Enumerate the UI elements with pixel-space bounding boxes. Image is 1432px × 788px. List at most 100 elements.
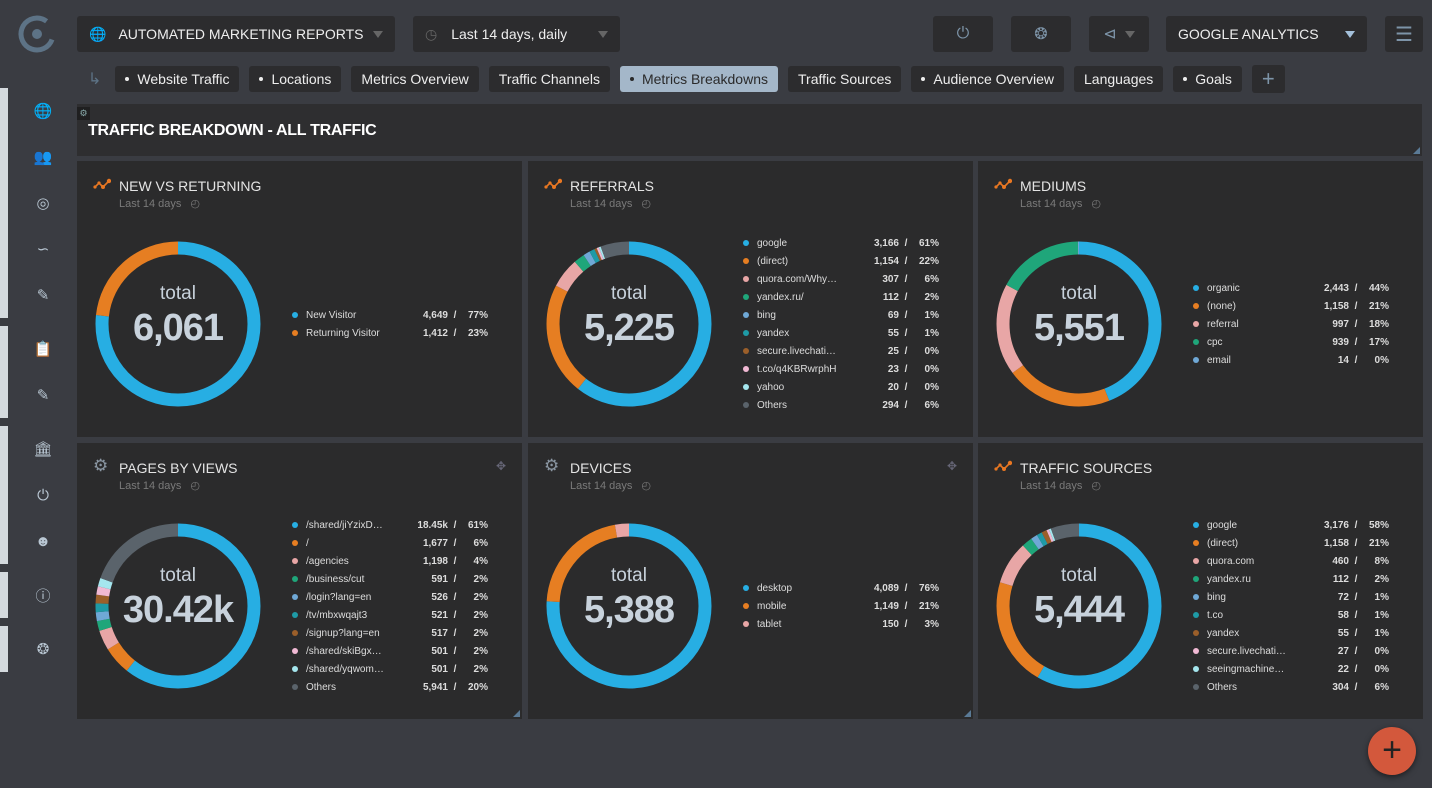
- legend-item[interactable]: yahoo 20 / 0%: [743, 378, 939, 396]
- resize-handle[interactable]: [964, 710, 971, 717]
- legend-item[interactable]: /shared/yqwomMajvtc84p... 501 / 2%: [292, 660, 488, 678]
- legend-item[interactable]: tablet 150 / 3%: [743, 615, 939, 633]
- legend-item[interactable]: Others 5,941 / 20%: [292, 678, 488, 696]
- legend-name: (direct): [1207, 537, 1239, 549]
- legend-item[interactable]: /signup?lang=en 517 / 2%: [292, 624, 488, 642]
- legend-item[interactable]: mobile 1,149 / 21%: [743, 597, 939, 615]
- legend-name: Others: [757, 399, 788, 411]
- legend-percent: 61%: [467, 519, 488, 531]
- clipboard-icon[interactable]: 📋: [25, 326, 61, 372]
- plug-button[interactable]: ⏻: [933, 16, 993, 52]
- menu-button[interactable]: ☰: [1385, 16, 1423, 52]
- legend-item[interactable]: desktop 4,089 / 76%: [743, 579, 939, 597]
- legend-separator: /: [1354, 537, 1358, 549]
- tab-traffic-sources[interactable]: Traffic Sources: [788, 66, 902, 92]
- legend-item[interactable]: yandex.ru 112 / 2%: [1193, 570, 1389, 588]
- legend-item[interactable]: secure.livechatinc.com 27 / 0%: [1193, 642, 1389, 660]
- legend-item[interactable]: (direct) 1,158 / 21%: [1193, 534, 1389, 552]
- legend-value: 18.45k: [417, 519, 448, 531]
- bug-icon[interactable]: ❂: [25, 626, 61, 672]
- legend-item[interactable]: secure.livechatinc.com/lice... 25 / 0%: [743, 342, 939, 360]
- total-label: total: [160, 565, 196, 586]
- legend-item[interactable]: bing 69 / 1%: [743, 306, 939, 324]
- target-click-icon[interactable]: ◎: [25, 180, 61, 226]
- tab-audience-overview[interactable]: Audience Overview: [911, 66, 1064, 92]
- legend-item[interactable]: seeingmachines.sharepoint... 22 / 0%: [1193, 660, 1389, 678]
- legend-swatch: [1193, 522, 1199, 528]
- legend-item[interactable]: cpc 939 / 17%: [1193, 333, 1389, 351]
- add-widget-button[interactable]: +: [1368, 727, 1416, 775]
- legend-item[interactable]: yandex 55 / 1%: [743, 324, 939, 342]
- tab-traffic-channels[interactable]: Traffic Channels: [488, 66, 610, 92]
- legend-item[interactable]: /login?lang=en 526 / 2%: [292, 588, 488, 606]
- plug-icon: ⏻: [956, 25, 970, 42]
- legend-item[interactable]: /shared/skiBgxAkgz5meY... 501 / 2%: [292, 642, 488, 660]
- move-icon[interactable]: ✥: [947, 459, 957, 473]
- tab-locations[interactable]: Locations: [249, 66, 342, 92]
- legend-item[interactable]: email 14 / 0%: [1193, 351, 1389, 369]
- app-logo[interactable]: [17, 14, 57, 54]
- legend-item[interactable]: yandex 55 / 1%: [1193, 624, 1389, 642]
- legend-item[interactable]: /tv/mbxwqajt3 521 / 2%: [292, 606, 488, 624]
- widget-card: REFERRALS Last 14 days ◴ total 5,225 google 3…: [528, 161, 973, 437]
- date-range-select[interactable]: ◷ Last 14 days, daily: [413, 16, 620, 52]
- legend-percent: 77%: [467, 309, 488, 321]
- widget-title: PAGES BY VIEWS: [119, 460, 238, 476]
- users-icon[interactable]: 👥: [25, 134, 61, 180]
- widget-subtitle: Last 14 days ◴: [1020, 197, 1101, 210]
- legend-separator: /: [904, 363, 908, 375]
- resize-handle[interactable]: [513, 710, 520, 717]
- legend-item[interactable]: Returning Visitor 1,412 / 23%: [292, 324, 488, 342]
- report-select[interactable]: 🌐 AUTOMATED MARKETING REPORTS: [77, 16, 395, 52]
- share-icon: ⊲: [1103, 26, 1117, 43]
- widget-card: ⚙ DEVICES Last 14 days ◴ ✥ total 5,388 desktop…: [528, 443, 973, 719]
- legend-separator: /: [1354, 519, 1358, 531]
- legend-item[interactable]: /shared/jiYzixDera5M9... 18.45k / 61%: [292, 516, 488, 534]
- tab-languages[interactable]: Languages: [1074, 66, 1164, 92]
- legend-item[interactable]: /business/cut 591 / 2%: [292, 570, 488, 588]
- data-source-select[interactable]: GOOGLE ANALYTICS: [1166, 16, 1367, 52]
- plug-icon[interactable]: ⏻: [25, 472, 61, 518]
- resize-handle[interactable]: [1413, 147, 1420, 154]
- globe-icon[interactable]: 🌐: [25, 88, 61, 134]
- legend-item[interactable]: /agencies 1,198 / 4%: [292, 552, 488, 570]
- tab-metrics-breakdowns[interactable]: Metrics Breakdowns: [619, 66, 778, 92]
- tab-metrics-overview[interactable]: Metrics Overview: [351, 66, 479, 92]
- legend-item[interactable]: yandex.ru/112 / 2%: [743, 288, 939, 306]
- legend-item[interactable]: google 3,176 / 58%: [1193, 516, 1389, 534]
- trend-line-icon[interactable]: ∽: [25, 226, 61, 272]
- legend-item[interactable]: google 3,166 / 61%: [743, 234, 939, 252]
- legend-item[interactable]: t.co/q4KBRwrphH 23 / 0%: [743, 360, 939, 378]
- legend-item[interactable]: quora.com/Why-should-I-u... 307 / 6%: [743, 270, 939, 288]
- legend-item[interactable]: / 1,677 / 6%: [292, 534, 488, 552]
- legend-value: 1,198: [422, 555, 448, 567]
- legend-item[interactable]: (none) 1,158 / 21%: [1193, 297, 1389, 315]
- legend-item[interactable]: organic 2,443 / 44%: [1193, 279, 1389, 297]
- legend-item[interactable]: bing 72 / 1%: [1193, 588, 1389, 606]
- gear-icon[interactable]: ⚙: [77, 107, 90, 120]
- tab-website-traffic[interactable]: Website Traffic: [115, 66, 240, 92]
- legend-separator: /: [453, 663, 457, 675]
- legend-item[interactable]: referral 997 / 18%: [1193, 315, 1389, 333]
- bug-icon: ❂: [1034, 26, 1048, 43]
- add-tab-button[interactable]: +: [1251, 65, 1285, 93]
- share-button[interactable]: ⊲: [1089, 16, 1149, 52]
- bank-icon[interactable]: 🏛: [25, 426, 61, 472]
- legend-item[interactable]: Others 304 / 6%: [1193, 678, 1389, 696]
- legend-item[interactable]: New Visitor 4,649 / 77%: [292, 306, 488, 324]
- tab-goals[interactable]: Goals: [1173, 66, 1242, 92]
- move-icon[interactable]: ✥: [496, 459, 506, 473]
- info-icon[interactable]: ⓘ: [25, 572, 61, 618]
- legend-name: bing: [1207, 591, 1226, 603]
- bug-button[interactable]: ❂: [1011, 16, 1071, 52]
- clock-icon: ◴: [638, 198, 652, 210]
- legend-item[interactable]: quora.com 460 / 8%: [1193, 552, 1389, 570]
- user-circle-icon[interactable]: ☻: [25, 518, 61, 564]
- legend-item[interactable]: (direct) 1,154 / 22%: [743, 252, 939, 270]
- legend-item[interactable]: t.co 58 / 1%: [1193, 606, 1389, 624]
- widget-subtitle: Last 14 days ◴: [570, 479, 651, 492]
- pencil-icon[interactable]: ✎: [25, 372, 61, 418]
- legend-value: 1,154: [873, 255, 899, 267]
- pencil-icon[interactable]: ✎: [25, 272, 61, 318]
- legend-item[interactable]: Others 294 / 6%: [743, 396, 939, 414]
